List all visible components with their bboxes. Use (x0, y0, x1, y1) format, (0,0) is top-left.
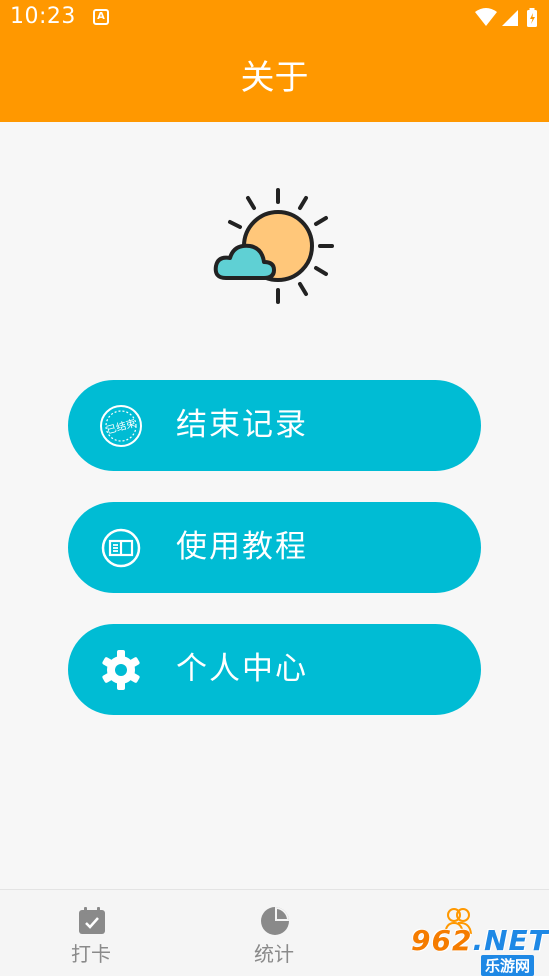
calendar-check-icon (79, 907, 105, 934)
pie-chart-icon (261, 907, 289, 935)
page-title: 关于 (240, 58, 309, 98)
signal-icon (502, 10, 518, 26)
ended-stamp-icon: 已结束 (100, 405, 142, 447)
end-record-label: 结束记录 (176, 407, 308, 443)
watermark-logo: 962.NET 乐游网 (411, 924, 549, 976)
profile-center-button[interactable]: 个人中心 (68, 624, 481, 715)
gear-icon (102, 650, 140, 690)
tutorial-button[interactable]: 使用教程 (68, 502, 481, 593)
status-bar: 10:23 A (0, 0, 549, 36)
notification-icon: A (93, 9, 109, 25)
tab-checkin[interactable]: 打卡 (36, 890, 146, 976)
wifi-icon (475, 8, 497, 26)
tab-statistics[interactable]: 统计 (219, 890, 329, 976)
end-record-button[interactable]: 已结束 结束记录 (68, 380, 481, 471)
tab-checkin-label: 打卡 (71, 942, 111, 966)
tab-statistics-label: 统计 (254, 942, 294, 966)
profile-center-label: 个人中心 (176, 651, 308, 687)
book-tutorial-icon (101, 528, 141, 568)
status-time: 10:23 (10, 4, 76, 29)
status-icons (475, 8, 537, 27)
svg-text:已结束: 已结束 (105, 416, 137, 436)
tutorial-label: 使用教程 (176, 529, 308, 565)
sun-cloud-icon (213, 188, 334, 304)
app-bar: 关于 (0, 36, 549, 122)
battery-icon (527, 8, 537, 27)
